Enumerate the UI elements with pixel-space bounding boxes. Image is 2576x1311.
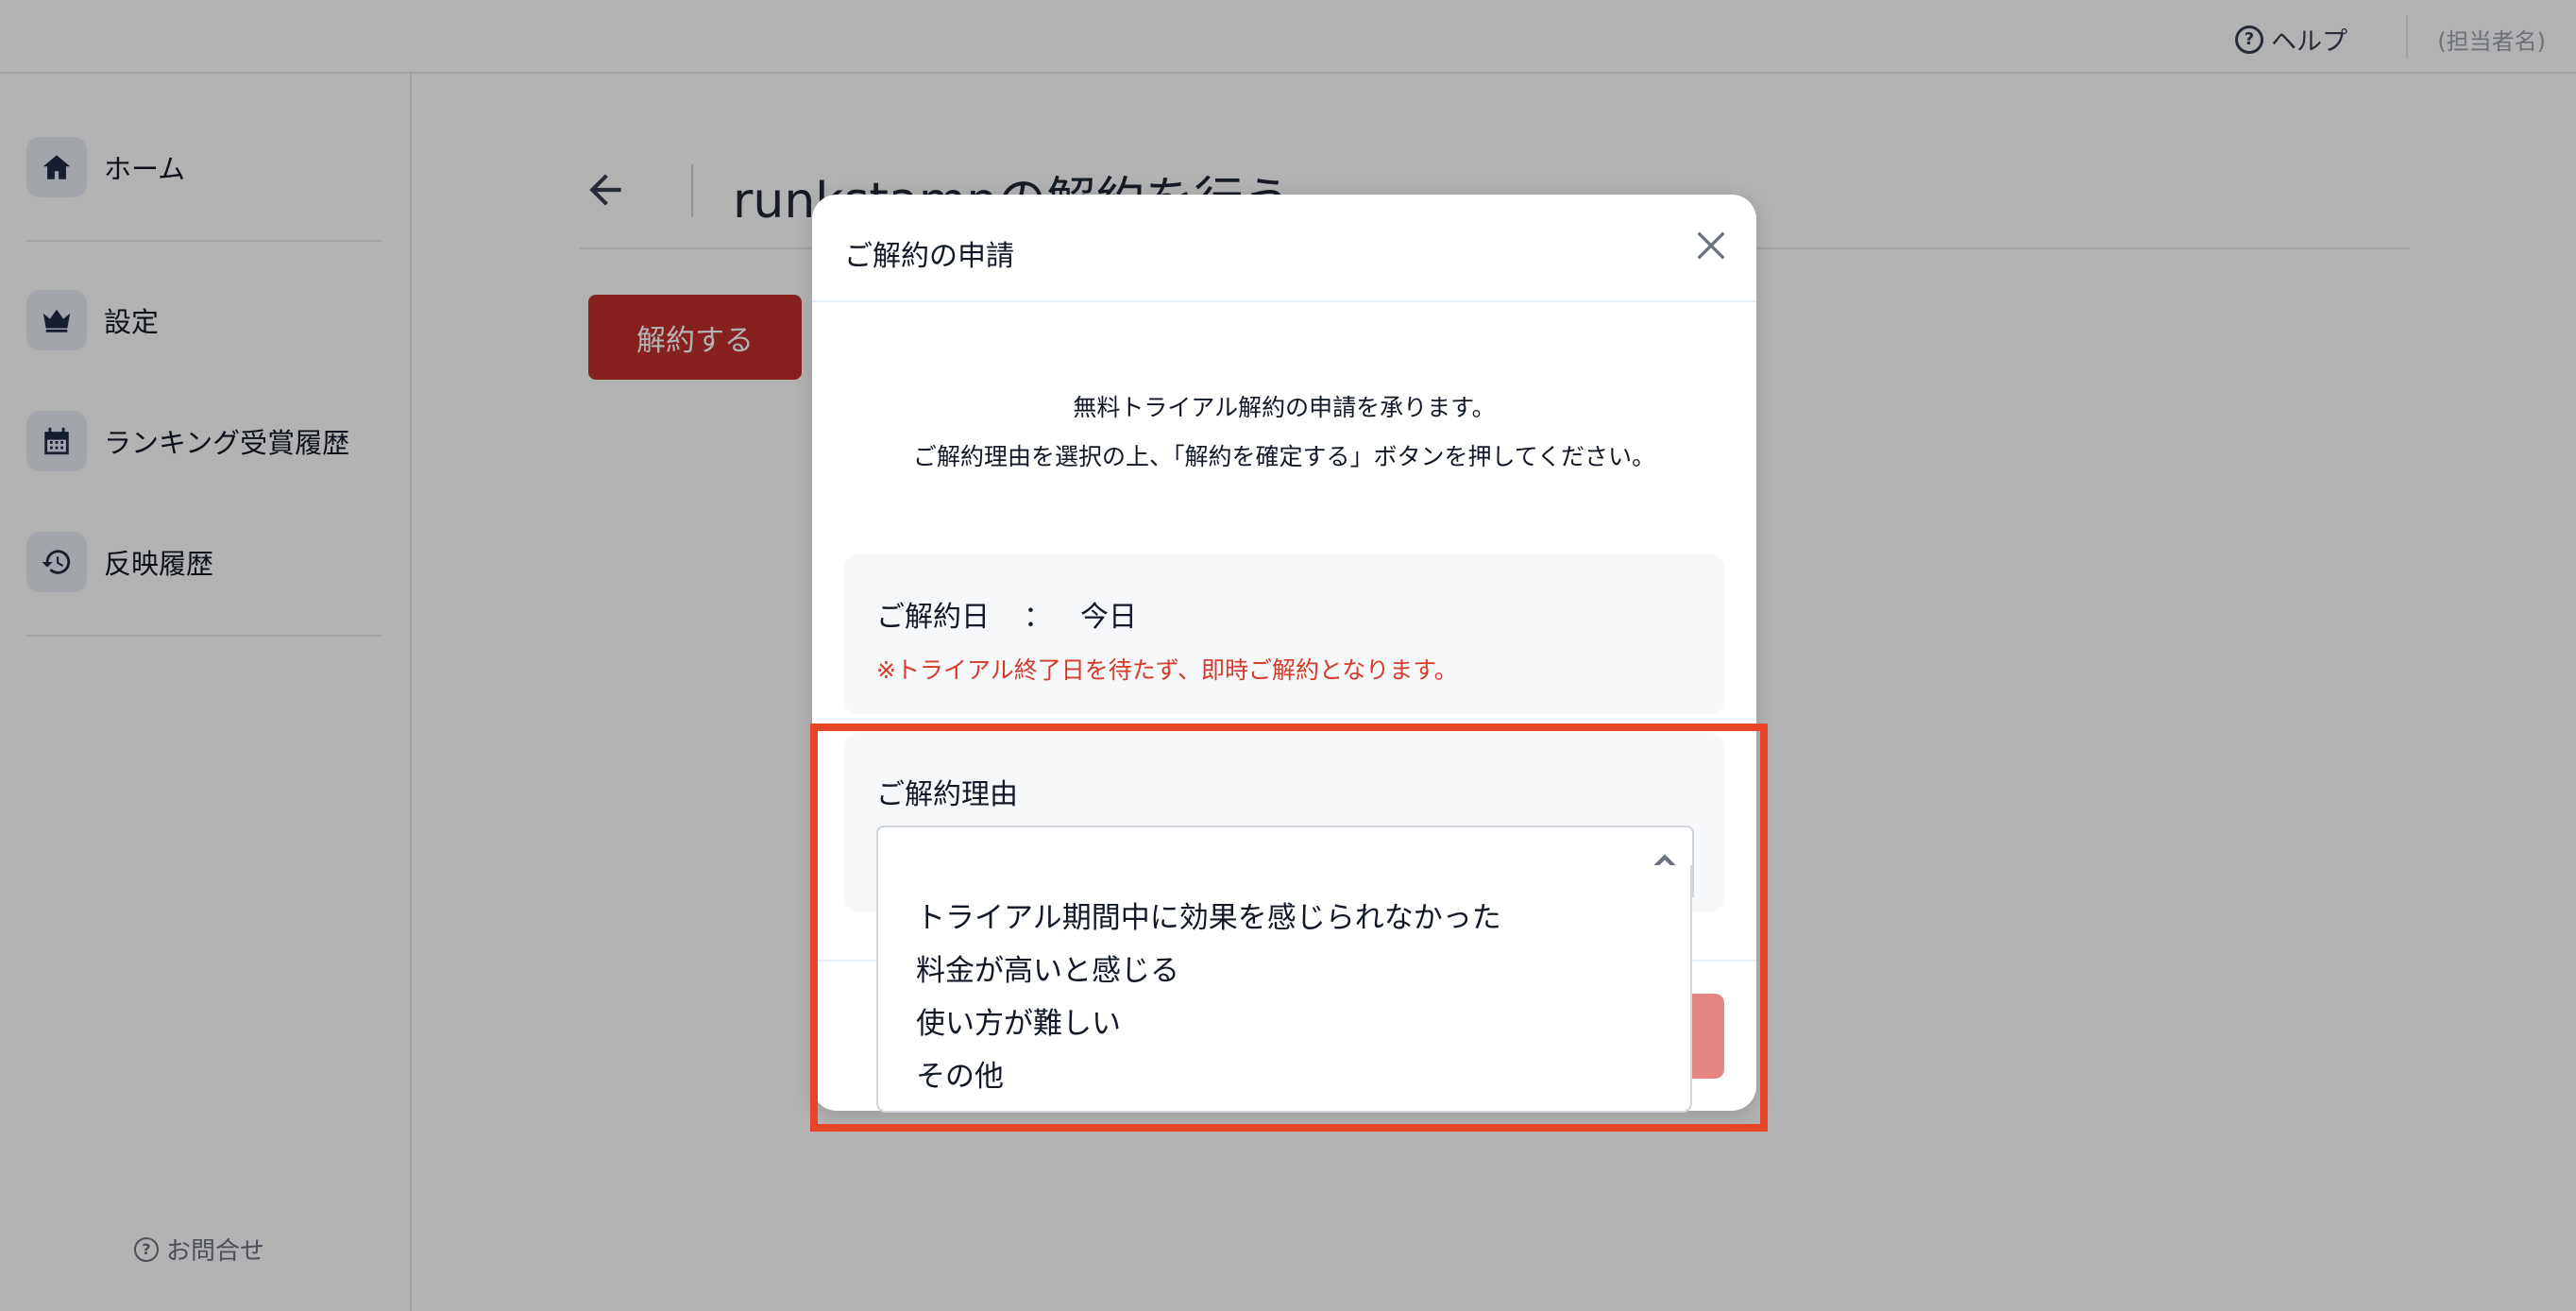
cancellation-date-box: ご解約日 ： 今日 ※トライアル終了日を待たず、即時ご解約となります。 [844,553,1724,714]
date-note: ※トライアル終了日を待たず、即時ご解約となります。 [876,656,1458,684]
intro-line-1: 無料トライアル解約の申請を承ります。 [1073,394,1496,421]
date-label: ご解約日 [876,601,990,634]
date-colon: ： [1024,601,1052,634]
modal-intro: 無料トライアル解約の申請を承ります。 ご解約理由を選択の上、「解約を確定する」ボ… [812,383,1756,482]
modal-title: ご解約の申請 [844,240,1014,273]
date-value: 今日 [1080,601,1137,634]
highlight-box [810,724,1768,1132]
cancellation-date-row: ご解約日 ： 今日 [876,593,1137,635]
intro-line-2: ご解約理由を選択の上、「解約を確定する」ボタンを押してください。 [912,443,1655,470]
close-icon[interactable] [1692,227,1730,264]
modal-header: ご解約の申請 [812,195,1756,302]
